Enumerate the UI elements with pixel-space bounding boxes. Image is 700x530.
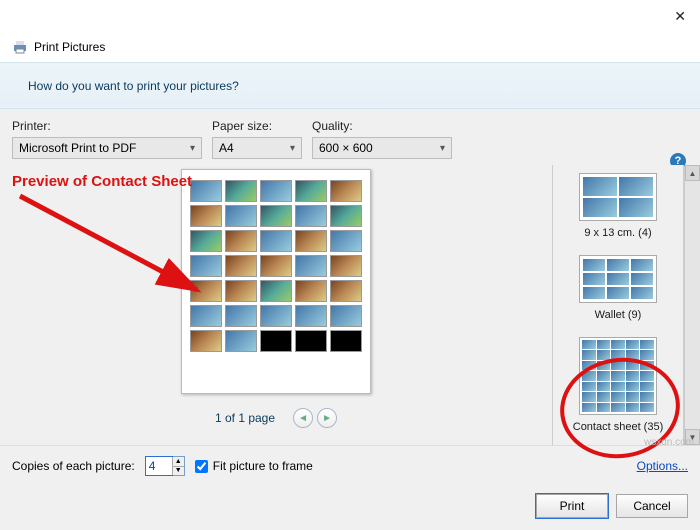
watermark: wsxdn.com [644, 437, 694, 448]
dialog-buttons: Print Cancel [0, 486, 700, 530]
scrollbar[interactable]: ▲ ▼ [684, 165, 700, 445]
controls-row: Printer: Microsoft Print to PDF ▾ Paper … [0, 109, 700, 165]
chevron-down-icon: ▾ [440, 143, 445, 154]
layout-list[interactable]: 9 x 13 cm. (4) Wallet (9) Contact sheet … [552, 165, 684, 445]
cancel-button[interactable]: Cancel [616, 494, 688, 518]
spin-down-button[interactable]: ▼ [172, 467, 184, 476]
printer-value: Microsoft Print to PDF [19, 141, 136, 155]
close-icon[interactable]: ✕ [674, 8, 686, 25]
layout-label: 9 x 13 cm. (4) [584, 227, 651, 239]
options-link[interactable]: Options... [637, 459, 688, 473]
fit-frame-label: Fit picture to frame [213, 459, 313, 473]
quality-value: 600 × 600 [319, 141, 373, 155]
fit-frame-checkbox[interactable] [195, 460, 208, 473]
prev-page-button[interactable]: ◄ [293, 408, 313, 428]
titlebar: ✕ [0, 0, 700, 32]
printer-label: Printer: [12, 119, 202, 133]
preview-page [181, 169, 371, 394]
layout-thumb-4 [579, 173, 657, 221]
copies-label: Copies of each picture: [12, 459, 135, 473]
next-page-button[interactable]: ► [317, 408, 337, 428]
layout-label: Wallet (9) [595, 309, 642, 321]
banner: How do you want to print your pictures? [0, 62, 700, 109]
layout-thumb-9 [579, 255, 657, 303]
main-area: 1 of 1 page ◄ ► 9 x 13 cm. (4) Wallet (9… [0, 165, 700, 445]
page-indicator: 1 of 1 page [215, 411, 275, 425]
page-nav: 1 of 1 page ◄ ► [215, 408, 337, 428]
chevron-down-icon: ▾ [190, 143, 195, 154]
copies-spinner[interactable]: ▲ ▼ [145, 456, 185, 476]
quality-select[interactable]: 600 × 600 ▾ [312, 137, 452, 159]
bottom-options-row: Copies of each picture: ▲ ▼ Fit picture … [0, 445, 700, 486]
spin-up-button[interactable]: ▲ [172, 457, 184, 467]
paper-size-value: A4 [219, 141, 234, 155]
layout-thumb-35 [579, 337, 657, 415]
layout-option-wallet[interactable]: Wallet (9) [575, 251, 661, 325]
banner-question: How do you want to print your pictures? [28, 79, 239, 93]
layout-option-9x13[interactable]: 9 x 13 cm. (4) [575, 169, 661, 243]
paper-size-select[interactable]: A4 ▾ [212, 137, 302, 159]
layout-option-contact-sheet[interactable]: Contact sheet (35) [569, 333, 668, 437]
printer-select[interactable]: Microsoft Print to PDF ▾ [12, 137, 202, 159]
copies-input[interactable] [146, 457, 172, 475]
preview-pane: 1 of 1 page ◄ ► [0, 165, 552, 445]
scroll-up-button[interactable]: ▲ [685, 165, 700, 181]
print-button[interactable]: Print [536, 494, 608, 518]
fit-frame-checkbox-wrap[interactable]: Fit picture to frame [195, 459, 313, 473]
window-header: Print Pictures [0, 32, 700, 62]
layout-label: Contact sheet (35) [573, 421, 664, 433]
chevron-down-icon: ▾ [290, 143, 295, 154]
printer-icon [12, 39, 28, 55]
quality-label: Quality: [312, 119, 452, 133]
window-title: Print Pictures [34, 40, 105, 54]
paper-size-label: Paper size: [212, 119, 302, 133]
